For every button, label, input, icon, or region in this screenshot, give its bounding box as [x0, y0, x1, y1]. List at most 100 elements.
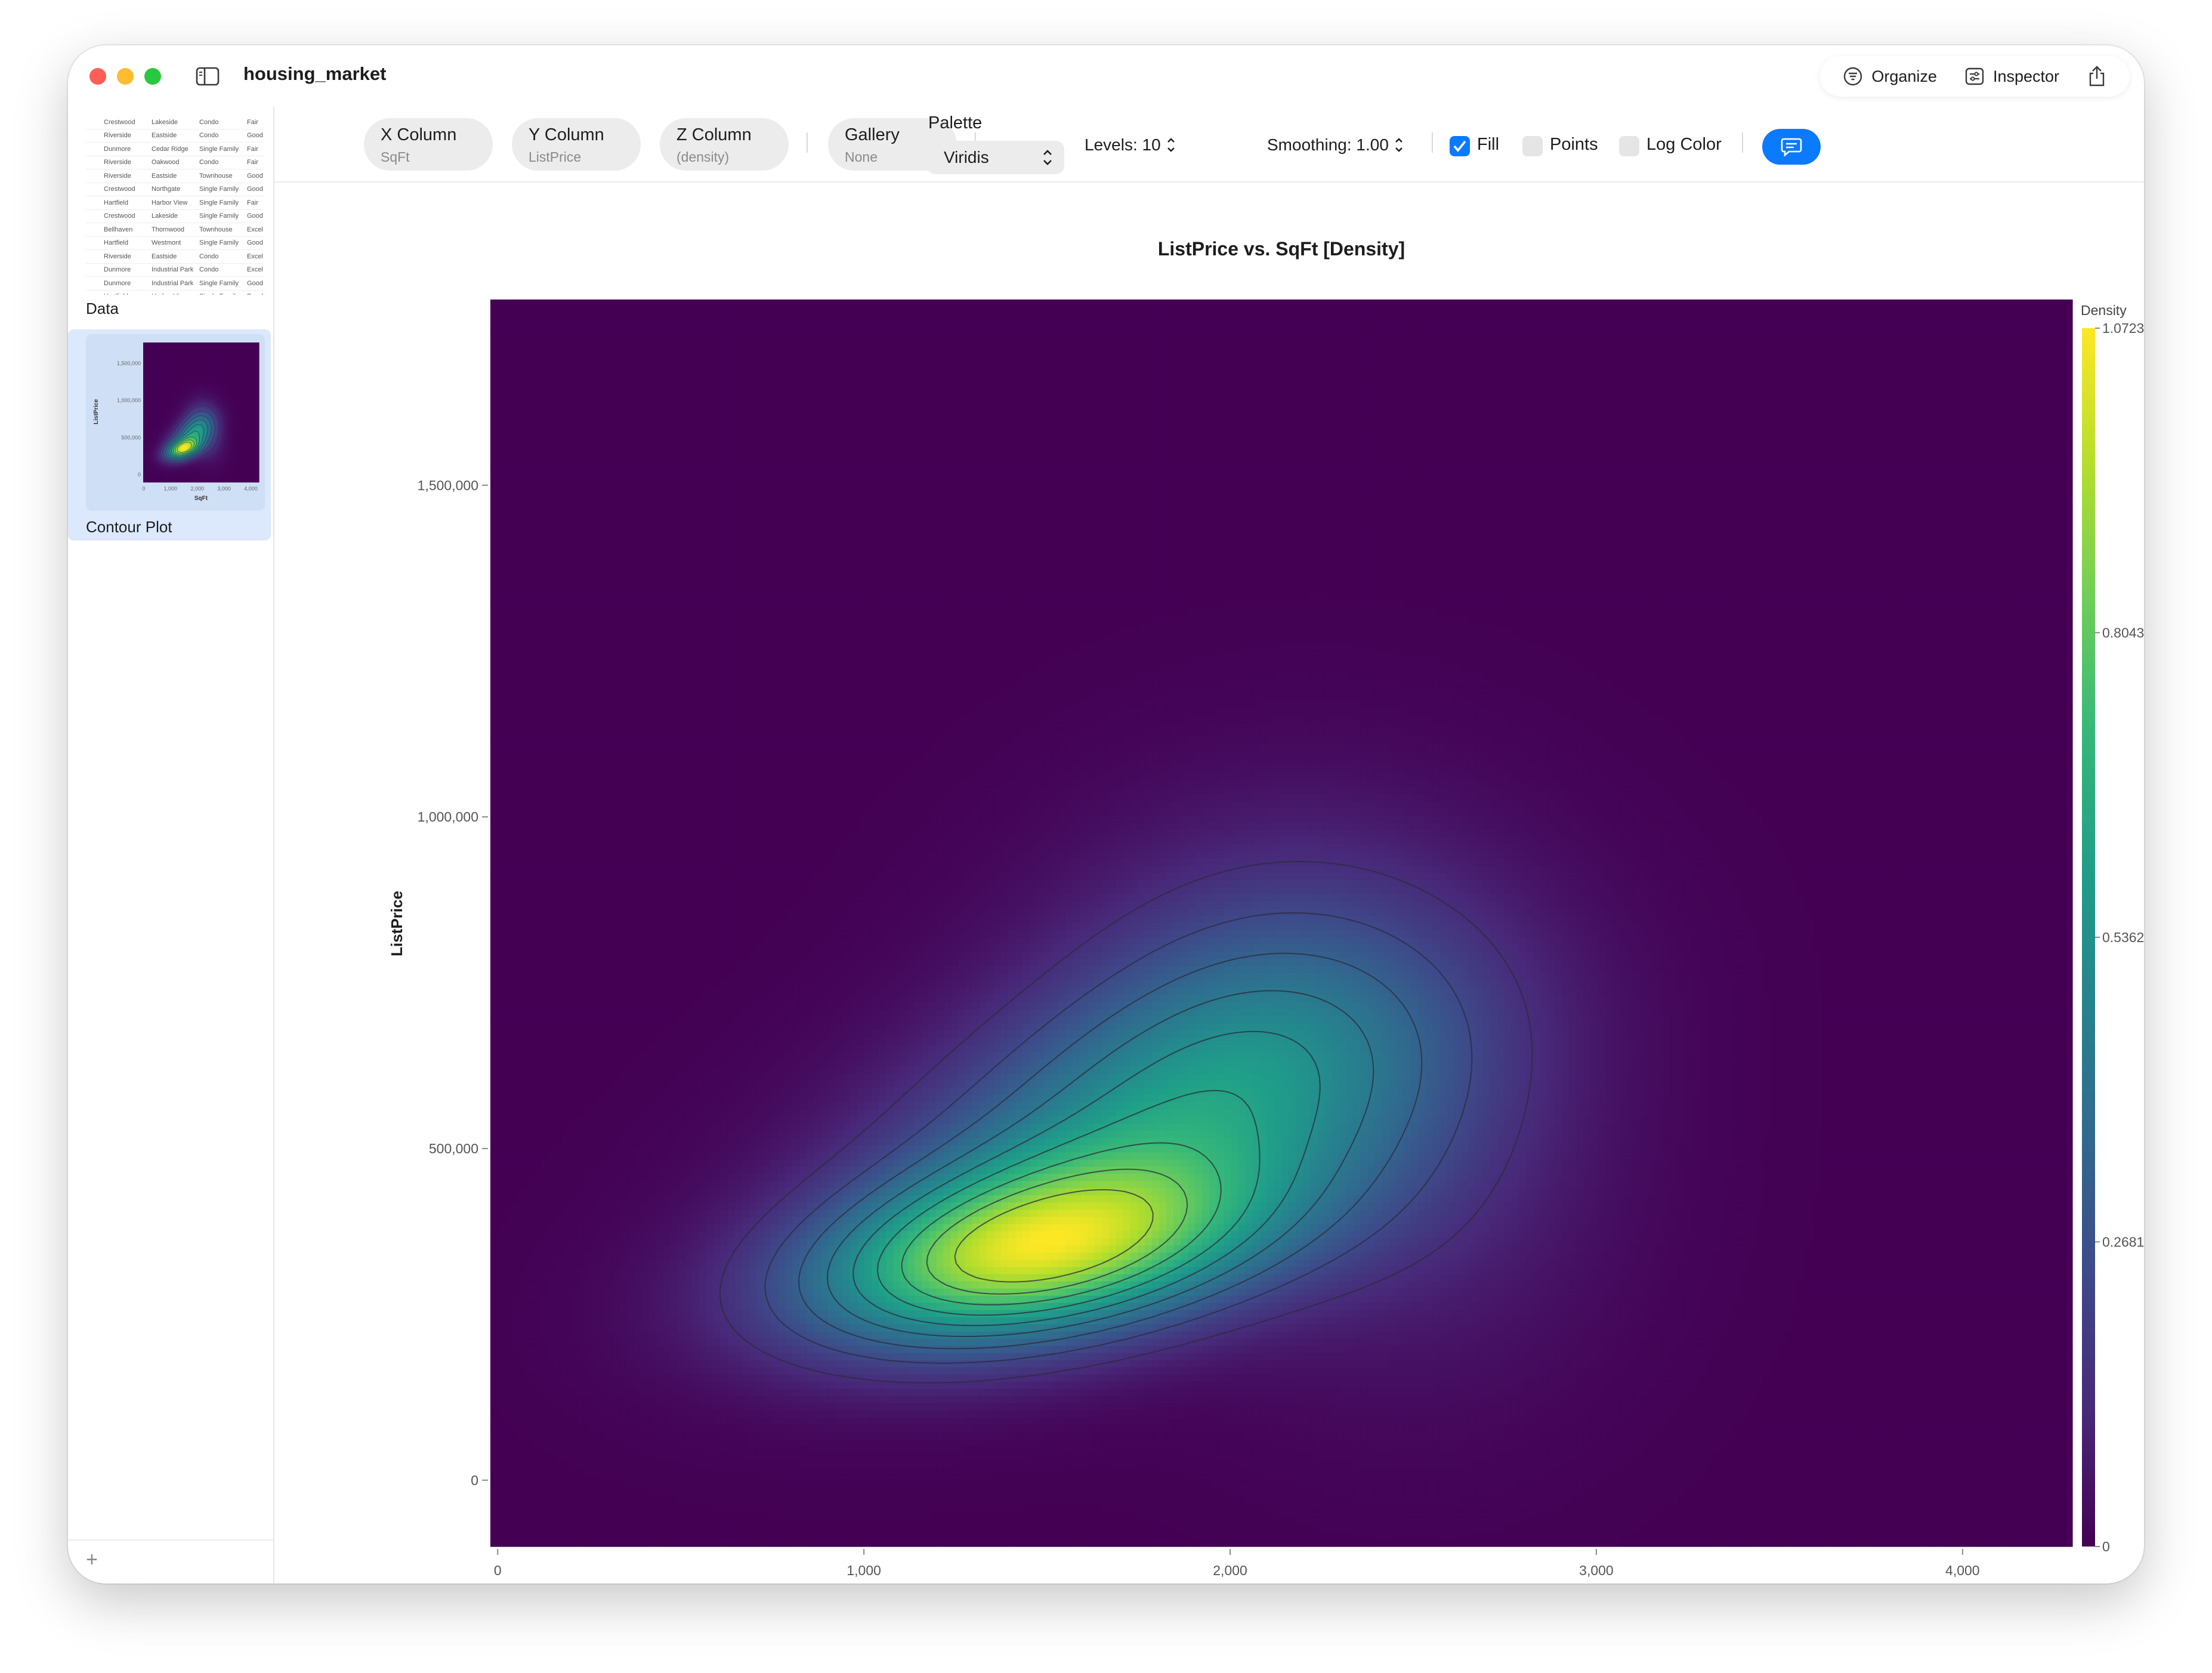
share-icon — [2087, 66, 2107, 87]
comment-button[interactable] — [1762, 129, 1821, 165]
heatmap-cell — [764, 307, 771, 314]
organize-button[interactable]: Organize — [1832, 60, 1948, 93]
heatmap-cell — [2022, 307, 2030, 314]
heatmap-cell — [627, 307, 635, 314]
heatmap-cell — [821, 307, 829, 314]
heatmap-cell — [1159, 307, 1167, 314]
heatmap-cell — [677, 314, 685, 322]
x-column-selector[interactable]: X Column SqFt — [364, 118, 493, 171]
heatmap-cell — [849, 307, 858, 314]
heatmap-cell — [1188, 307, 1195, 314]
heatmap-cell — [1015, 307, 1023, 314]
sidebar-toggle-button[interactable] — [192, 61, 223, 92]
close-window-button[interactable] — [89, 68, 106, 85]
heatmap-cell — [576, 307, 585, 314]
heatmap-cell — [1274, 307, 1282, 314]
levels-stepper[interactable]: Levels: 10 — [1085, 135, 1176, 155]
heatmap-cell — [2036, 300, 2044, 307]
data-thumbnail-row: Riverside Oakwood Condo Fair — [86, 156, 265, 169]
heatmap-cell — [1799, 300, 1807, 307]
heatmap-cell — [893, 307, 901, 314]
points-label[interactable]: Points — [1550, 135, 1598, 155]
heatmap-cell — [569, 314, 577, 322]
heatmap-cell — [1022, 307, 1030, 314]
y-column-selector[interactable]: Y Column ListPrice — [512, 118, 641, 171]
heatmap-cell — [1289, 300, 1296, 307]
heatmap-cell — [1562, 300, 1570, 307]
maximize-window-button[interactable] — [144, 68, 161, 85]
heatmap-cell — [1259, 300, 1268, 307]
heatmap-cell — [1525, 307, 1534, 314]
heatmap-cell — [1576, 300, 1584, 307]
heatmap-cell — [598, 300, 606, 307]
heatmap-cell — [1259, 307, 1268, 314]
data-thumbnail-cell: Fair — [247, 119, 265, 126]
log-color-label[interactable]: Log Color — [1646, 135, 1722, 155]
heatmap-cell — [519, 314, 527, 322]
thumb-x-tick-label: 0 — [142, 486, 145, 492]
heatmap-cell — [1389, 307, 1397, 314]
heatmap-cell — [1763, 307, 1771, 314]
title-bar: housing_market Organize Inspector — [68, 45, 2144, 107]
heatmap-cell — [1482, 307, 1491, 314]
share-button[interactable] — [2076, 60, 2118, 93]
data-thumbnail-cell: Northgate — [152, 186, 199, 193]
add-item-button[interactable]: + — [86, 1548, 98, 1572]
heatmap-cell — [677, 300, 685, 307]
data-thumbnail-cell: Good — [247, 280, 265, 287]
data-thumbnail-cell: Hartfield — [86, 239, 152, 246]
heatmap-cell — [785, 314, 793, 322]
data-thumbnail-cell: Condo — [199, 266, 247, 273]
minimize-window-button[interactable] — [117, 68, 134, 85]
heatmap-cell — [1087, 300, 1095, 307]
heatmap-cell — [1791, 307, 1800, 314]
heatmap-cell — [1979, 300, 1987, 307]
heatmap-cell — [1022, 300, 1030, 307]
heatmap-cell — [512, 300, 520, 307]
sidebar-item-contour-label: Contour Plot — [86, 518, 172, 536]
heatmap-cell — [1928, 307, 1936, 314]
z-column-selector[interactable]: Z Column (density) — [660, 118, 789, 171]
heatmap-cell — [1878, 307, 1886, 314]
heatmap-cell — [1447, 300, 1454, 307]
heatmap-cell — [1403, 300, 1411, 307]
density-contour-chart[interactable]: ListPrice vs. SqFt [Density]0 1,000 2,000 3… — [274, 183, 2144, 1584]
heatmap-cell — [915, 300, 922, 307]
sidebar-item-data-label[interactable]: Data — [86, 300, 119, 318]
heatmap-cell — [656, 300, 663, 307]
heatmap-cell — [1770, 300, 1778, 307]
data-thumbnail[interactable]: Crestwood Lakeside Condo Fair Riverside Easts… — [86, 116, 265, 295]
heatmap-cell — [936, 300, 944, 307]
fill-label[interactable]: Fill — [1477, 135, 1499, 155]
titlebar-actions: Organize Inspector — [1820, 56, 2130, 97]
gallery-label: Gallery — [845, 125, 900, 145]
inspector-button[interactable]: Inspector — [1954, 60, 2070, 93]
heatmap-cell — [1569, 300, 1577, 307]
heatmap-cell — [1159, 300, 1167, 307]
data-thumbnail-cell: Hartfield — [86, 293, 152, 295]
log-color-checkbox[interactable] — [1619, 136, 1639, 156]
fill-checkbox[interactable] — [1450, 136, 1470, 156]
heatmap-cell — [1720, 307, 1728, 314]
heatmap-cell — [540, 307, 549, 314]
heatmap-cell — [1504, 300, 1512, 307]
points-checkbox[interactable] — [1522, 136, 1543, 156]
heatmap-cell — [1245, 300, 1253, 307]
heatmap-cell — [936, 307, 944, 314]
plot-canvas[interactable]: ListPrice vs. SqFt [Density] 0 1,000 2,000 3… — [274, 183, 2144, 1584]
heatmap-cell — [591, 314, 599, 322]
sidebar-item-contour-plot[interactable]: 1,500,000 1,000,000 500,000 0 0 1,000 2,000 3,0… — [68, 329, 271, 541]
heatmap-cell — [505, 307, 512, 314]
heatmap-cell — [1806, 307, 1814, 314]
heatmap-cell — [612, 314, 620, 322]
smoothing-stepper[interactable]: Smoothing: 1.00 — [1267, 135, 1404, 155]
palette-select[interactable]: Viridis — [927, 141, 1064, 174]
data-thumbnail-cell: Riverside — [86, 159, 152, 166]
heatmap-cell — [1137, 300, 1145, 307]
heatmap-cell — [1669, 307, 1677, 314]
heatmap-cell — [734, 300, 743, 307]
heatmap-cell — [1979, 307, 1987, 314]
heatmap-cell — [993, 314, 1002, 322]
x-column-label: X Column — [381, 125, 456, 145]
data-thumbnail-row: Dunmore Industrial Park Single Family Good — [86, 277, 265, 291]
